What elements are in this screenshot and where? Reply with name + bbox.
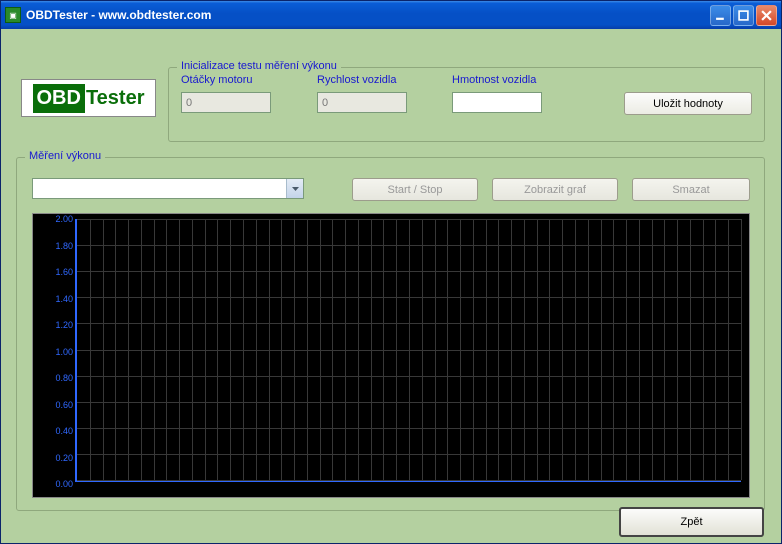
chart-plot-area bbox=[75, 219, 741, 482]
logo: OBDTester bbox=[21, 79, 156, 117]
save-values-button[interactable]: Uložit hodnoty bbox=[624, 92, 752, 115]
measure-groupbox: Měření výkonu Start / Stop Zobrazit graf… bbox=[16, 157, 765, 511]
mass-input[interactable] bbox=[452, 92, 542, 113]
window-title: OBDTester - www.obdtester.com bbox=[26, 8, 710, 22]
ytick-label: 0.60 bbox=[55, 400, 73, 410]
titlebar: ▣ OBDTester - www.obdtester.com bbox=[1, 1, 781, 29]
ytick-label: 1.80 bbox=[55, 241, 73, 251]
ytick-label: 1.20 bbox=[55, 320, 73, 330]
measure-combo[interactable] bbox=[32, 178, 304, 199]
logo-left: OBD bbox=[33, 84, 85, 113]
window-controls bbox=[710, 5, 777, 26]
ytick-label: 0.40 bbox=[55, 426, 73, 436]
client-area: OBDTester Inicializace testu měření výko… bbox=[1, 29, 781, 543]
ytick-label: 1.60 bbox=[55, 267, 73, 277]
ytick-label: 0.80 bbox=[55, 373, 73, 383]
logo-right: Tester bbox=[86, 87, 145, 110]
measure-group-label: Měření výkonu bbox=[25, 150, 105, 162]
ytick-label: 0.20 bbox=[55, 453, 73, 463]
close-button[interactable] bbox=[756, 5, 777, 26]
chevron-down-icon[interactable] bbox=[286, 179, 303, 198]
rpm-input[interactable] bbox=[181, 92, 271, 113]
mass-label: Hmotnost vozidla bbox=[452, 74, 536, 86]
ytick-label: 1.40 bbox=[55, 294, 73, 304]
app-icon: ▣ bbox=[5, 7, 21, 23]
speed-input[interactable] bbox=[317, 92, 407, 113]
rpm-label: Otáčky motoru bbox=[181, 74, 253, 86]
ytick-label: 2.00 bbox=[55, 214, 73, 224]
speed-label: Rychlost vozidla bbox=[317, 74, 396, 86]
show-graph-button[interactable]: Zobrazit graf bbox=[492, 178, 618, 201]
clear-button[interactable]: Smazat bbox=[632, 178, 750, 201]
maximize-button[interactable] bbox=[733, 5, 754, 26]
init-group-label: Inicializace testu měření výkonu bbox=[177, 60, 341, 72]
combo-text bbox=[33, 179, 286, 198]
ytick-label: 0.00 bbox=[55, 479, 73, 489]
start-stop-button[interactable]: Start / Stop bbox=[352, 178, 478, 201]
ytick-label: 1.00 bbox=[55, 347, 73, 357]
back-button[interactable]: Zpět bbox=[619, 507, 764, 537]
init-groupbox: Inicializace testu měření výkonu Otáčky … bbox=[168, 67, 765, 142]
minimize-button[interactable] bbox=[710, 5, 731, 26]
chart: 2.00 1.80 1.60 1.40 1.20 1.00 0.80 0.60 0.40 0.20… bbox=[32, 213, 750, 498]
